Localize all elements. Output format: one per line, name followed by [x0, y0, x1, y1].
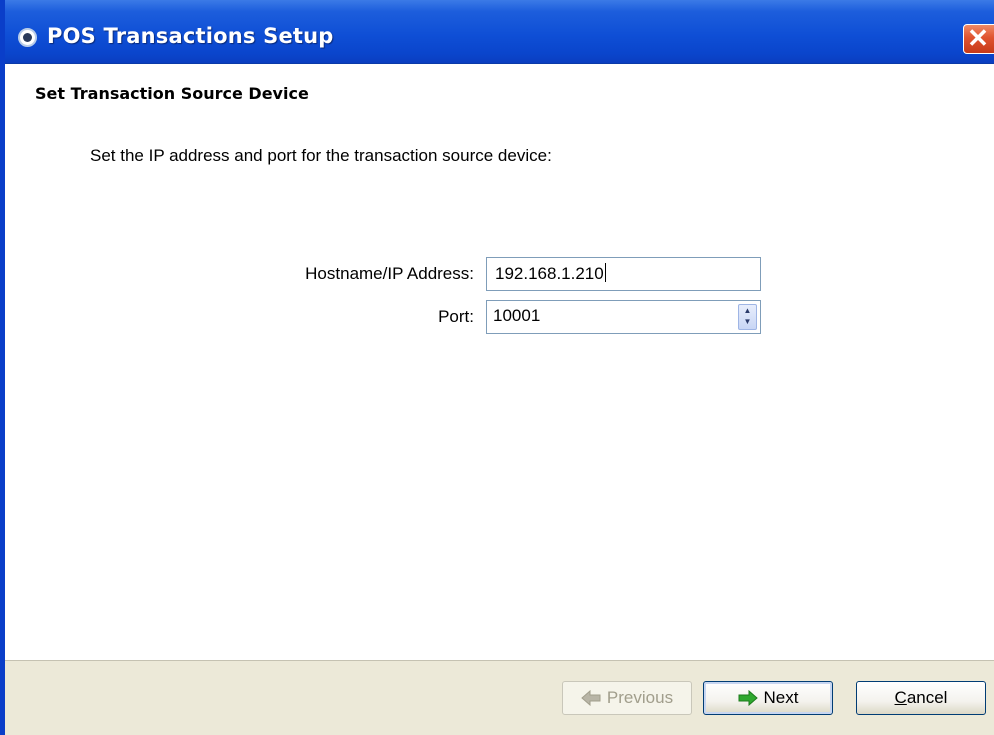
- cancel-label-rest: ancel: [906, 688, 948, 707]
- setup-dialog: POS Transactions Setup ✕ Set Transaction…: [0, 0, 994, 735]
- spin-up-icon[interactable]: ▲: [739, 305, 756, 316]
- next-button[interactable]: Next: [703, 681, 833, 715]
- previous-button[interactable]: Previous: [562, 681, 692, 715]
- port-spinbox[interactable]: 10001 ▲ ▼: [486, 300, 761, 334]
- port-label: Port:: [438, 307, 474, 326]
- text-cursor: [604, 263, 606, 282]
- hostname-label: Hostname/IP Address:: [305, 264, 474, 283]
- previous-label: Previous: [606, 688, 674, 707]
- arrow-right-icon: [738, 690, 758, 706]
- hostname-input[interactable]: 192.168.1.210: [486, 257, 761, 291]
- arrow-left-icon: [581, 690, 601, 706]
- instruction-text: Set the IP address and port for the tran…: [90, 146, 552, 165]
- cancel-button[interactable]: Cancel: [856, 681, 986, 715]
- spinner-arrows-icon[interactable]: ▲ ▼: [738, 304, 757, 330]
- next-label: Next: [763, 688, 799, 707]
- cancel-label: Cancel: [895, 688, 948, 708]
- page-heading: Set Transaction Source Device: [35, 84, 309, 103]
- close-button[interactable]: ✕: [963, 24, 994, 54]
- spin-down-icon[interactable]: ▼: [739, 316, 756, 327]
- title-bar[interactable]: POS Transactions Setup ✕: [5, 0, 994, 64]
- close-icon: ✕: [967, 23, 989, 53]
- cancel-mnemonic: C: [894, 688, 907, 707]
- hostname-value: 192.168.1.210: [495, 264, 604, 283]
- button-bar: [5, 660, 994, 735]
- app-icon: [18, 28, 37, 47]
- port-value: 10001: [493, 306, 541, 325]
- window-title: POS Transactions Setup: [47, 24, 334, 48]
